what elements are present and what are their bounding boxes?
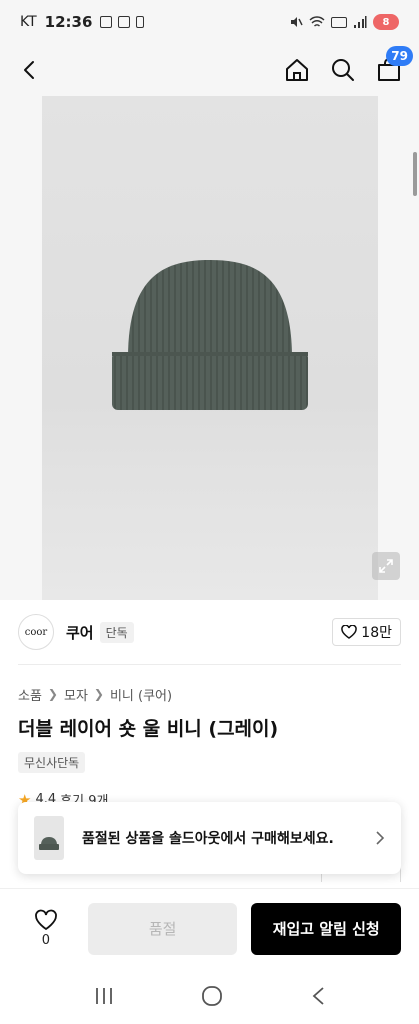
brand-name[interactable]: 쿠어 [66, 622, 94, 643]
home-circle-icon[interactable] [201, 985, 223, 1007]
chevron-left-icon [24, 61, 34, 79]
soldout-banner[interactable]: 품절된 상품을 솔드아웃에서 구매해보세요. [18, 802, 401, 874]
back-button[interactable] [16, 56, 44, 84]
popup-message: 품절된 상품을 솔드아웃에서 구매해보세요. [82, 831, 334, 847]
back-nav-icon[interactable] [311, 986, 325, 1006]
exclusive-badge: 무신사단독 [18, 752, 86, 773]
popup-thumbnail [34, 816, 64, 860]
system-nav-bar [0, 968, 419, 1024]
breadcrumb-item[interactable]: 모자 [64, 685, 88, 704]
wishlist-count: 0 [41, 933, 51, 948]
wifi-icon [309, 16, 325, 27]
chevron-right-icon: ❯ [93, 687, 104, 701]
status-bar: KT 12:36 8 [0, 0, 419, 44]
heart-icon [35, 909, 57, 931]
recent-apps-icon[interactable] [94, 987, 114, 1005]
brand-logo[interactable]: coor [18, 614, 54, 650]
chevron-right-icon: ❯ [47, 687, 58, 701]
breadcrumb: 소품 ❯ 모자 ❯ 비니 (쿠어) [18, 684, 172, 704]
cart-count-badge: 79 [386, 46, 413, 66]
bottom-action-bar: 0 품절 재입고 알림 신청 [0, 888, 419, 968]
home-icon [286, 59, 308, 81]
divider [18, 664, 401, 665]
carrier-label: KT [20, 14, 37, 30]
search-button[interactable] [329, 56, 357, 84]
top-nav: 79 [0, 44, 419, 96]
clock: 12:36 [44, 13, 93, 31]
mute-icon [291, 17, 303, 27]
brand-row: coor 쿠어 단독 18만 [18, 612, 401, 652]
cart-button[interactable]: 79 [375, 46, 413, 84]
calendar-icon [118, 16, 131, 28]
brand-like-button[interactable]: 18만 [332, 618, 401, 646]
restock-alert-button[interactable]: 재입고 알림 신청 [251, 902, 401, 955]
breadcrumb-item[interactable]: 소품 [18, 685, 42, 704]
product-image[interactable] [42, 96, 378, 600]
product-image-area [0, 96, 419, 600]
soldout-button: 품절 [87, 902, 238, 955]
beanie-illustration [112, 260, 308, 410]
heart-icon [341, 625, 358, 639]
home-button[interactable] [283, 56, 311, 84]
brand-like-count: 18만 [361, 625, 392, 641]
breadcrumb-item[interactable]: 비니 (쿠어) [110, 685, 172, 704]
expand-image-button[interactable] [372, 552, 400, 580]
battery-indicator: 8 [373, 14, 399, 30]
chevron-right-icon [376, 831, 385, 845]
scrollbar[interactable] [413, 152, 417, 196]
product-title: 더블 레이어 숏 울 비니 (그레이) [18, 718, 279, 740]
expand-icon [379, 559, 393, 573]
brand-exclusive-tag: 단독 [99, 621, 134, 643]
wishlist-button[interactable]: 0 [18, 909, 74, 948]
sim-icon [136, 16, 145, 28]
signal-icon [354, 16, 367, 28]
hd-icon [331, 16, 347, 28]
search-icon [332, 59, 354, 81]
beanie-thumbnail-icon [39, 837, 59, 850]
screenshot-icon [100, 16, 113, 28]
